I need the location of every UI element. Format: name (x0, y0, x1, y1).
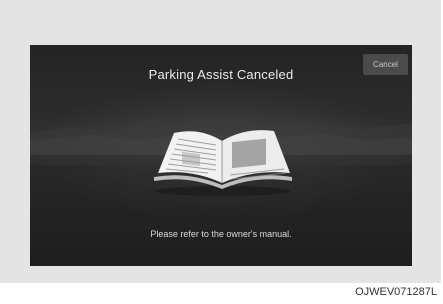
owner-manual-message: Please refer to the owner's manual. (150, 229, 292, 239)
figure-code: OJWEV071287L (355, 286, 437, 298)
page: Parking Assist Canceled Cancel Please re… (0, 0, 443, 304)
figure-frame: Parking Assist Canceled Cancel Please re… (0, 0, 441, 283)
open-book-icon (154, 130, 292, 196)
parking-assist-screen: Parking Assist Canceled Cancel Please re… (30, 45, 412, 266)
cancel-button[interactable]: Cancel (363, 54, 408, 75)
screen-title: Parking Assist Canceled (148, 67, 294, 82)
